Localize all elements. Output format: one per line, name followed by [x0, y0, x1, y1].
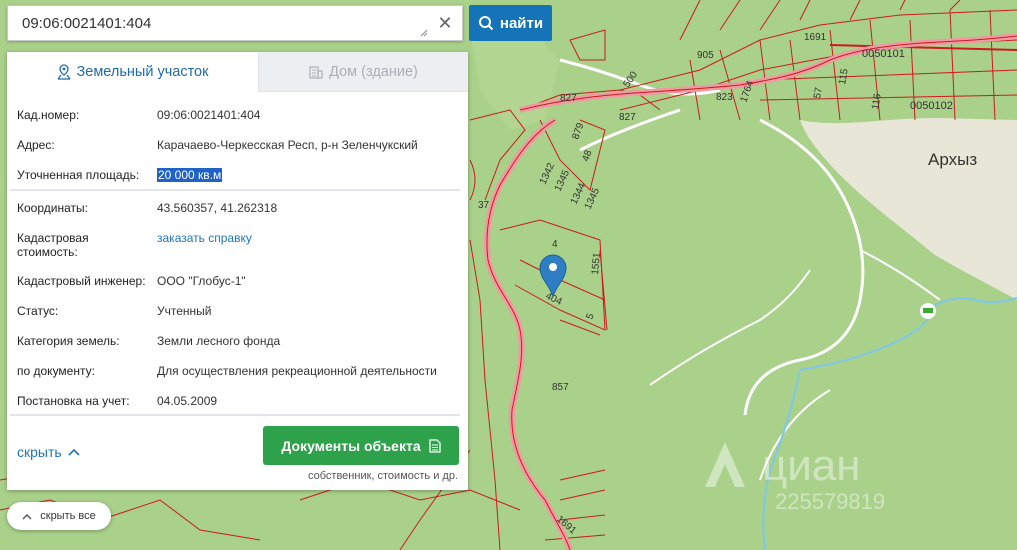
coordinates-value: 43.560357, 41.262318	[157, 201, 278, 215]
documents-subtitle: собственник, стоимость и др.	[308, 470, 458, 482]
parcel-label: 0050102	[910, 100, 953, 112]
find-button[interactable]: найти	[469, 5, 552, 41]
document-icon	[428, 438, 441, 453]
area-value[interactable]: 20 000 кв.м	[157, 168, 223, 182]
tabs: Земельный участок Дом (здание)	[7, 52, 468, 92]
documents-button-label: Документы объекта	[281, 437, 421, 454]
order-report-link[interactable]: заказать справку	[157, 231, 252, 245]
watermark-phone: 225579819	[775, 489, 885, 514]
divider	[10, 414, 460, 416]
watermark-brand: циан	[762, 441, 861, 490]
status-label: Статус:	[17, 304, 59, 318]
cadastral-number-label: Кад.номер:	[17, 108, 80, 122]
find-button-label: найти	[499, 14, 544, 32]
engineer-value: ООО "Глобус-1"	[157, 274, 246, 288]
status-value: Учтенный	[157, 304, 212, 318]
coordinates-label: Координаты:	[17, 201, 88, 215]
cadastral-value-label: Кадастровая стоимость:	[17, 231, 89, 259]
parcel-label: 4	[552, 239, 558, 250]
address-value: Карачаево-Черкесская Респ, р-н Зеленчукс…	[157, 138, 418, 152]
parcel-label: 905	[697, 50, 714, 61]
cadastral-value-label-line1: Кадастровая	[17, 231, 89, 245]
tab-land-plot-label: Земельный участок	[76, 64, 209, 80]
parcel-label: 827	[619, 112, 636, 123]
documents-button[interactable]: Документы объекта	[263, 426, 459, 465]
clear-icon[interactable]: ✕	[434, 12, 456, 34]
cian-watermark: циан 225579819	[700, 432, 930, 527]
cadastral-number-value: 09:06:0021401:404	[157, 108, 261, 122]
search-icon	[478, 16, 494, 31]
hide-all-button[interactable]: скрыть все	[7, 502, 111, 530]
search-bar: ✕	[7, 5, 463, 41]
parcel-label: 823	[716, 92, 733, 103]
registration-value: 04.05.2009	[157, 394, 218, 408]
resize-grip[interactable]	[420, 29, 428, 37]
parcel-label: 1551	[590, 252, 603, 276]
hide-all-label: скрыть все	[40, 510, 96, 522]
engineer-label: Кадастровый инженер:	[17, 274, 146, 288]
parcel-label: 37	[478, 200, 490, 211]
parcel-info-panel: Земельный участок Дом (здание) Кад.номер…	[7, 52, 468, 490]
building-tab-icon	[309, 65, 323, 79]
cadastral-value-label-line2: стоимость:	[17, 245, 78, 259]
document-use-label: по документу:	[17, 364, 95, 378]
hide-panel-link[interactable]: скрыть	[17, 444, 80, 460]
chevron-up-icon	[68, 448, 80, 456]
search-input[interactable]	[8, 6, 428, 40]
tab-building-label: Дом (здание)	[329, 63, 418, 80]
parcel-tab-icon	[57, 64, 70, 80]
hide-panel-label: скрыть	[17, 444, 62, 460]
parcel-label: 1691	[804, 32, 827, 43]
land-category-value: Земли лесного фонда	[157, 334, 281, 348]
tab-land-plot[interactable]: Земельный участок	[7, 52, 258, 92]
parcel-label: 857	[552, 382, 569, 393]
divider	[10, 189, 460, 191]
tab-building[interactable]: Дом (здание)	[258, 52, 468, 92]
parcel-label: 0050101	[862, 48, 905, 60]
parcel-label: 827	[560, 93, 577, 104]
area-value-text: 20 000 кв.м	[157, 168, 223, 182]
land-category-label: Категория земель:	[17, 334, 120, 348]
registration-label: Постановка на учет:	[17, 394, 130, 408]
document-use-value: Для осуществления рекреационной деятельн…	[157, 364, 437, 378]
hotel-icon	[920, 303, 936, 319]
village-label: Архыз	[928, 150, 978, 169]
area-label: Уточненная площадь:	[17, 168, 140, 182]
chevron-up-icon	[22, 513, 32, 519]
address-label: Адрес:	[17, 138, 55, 152]
